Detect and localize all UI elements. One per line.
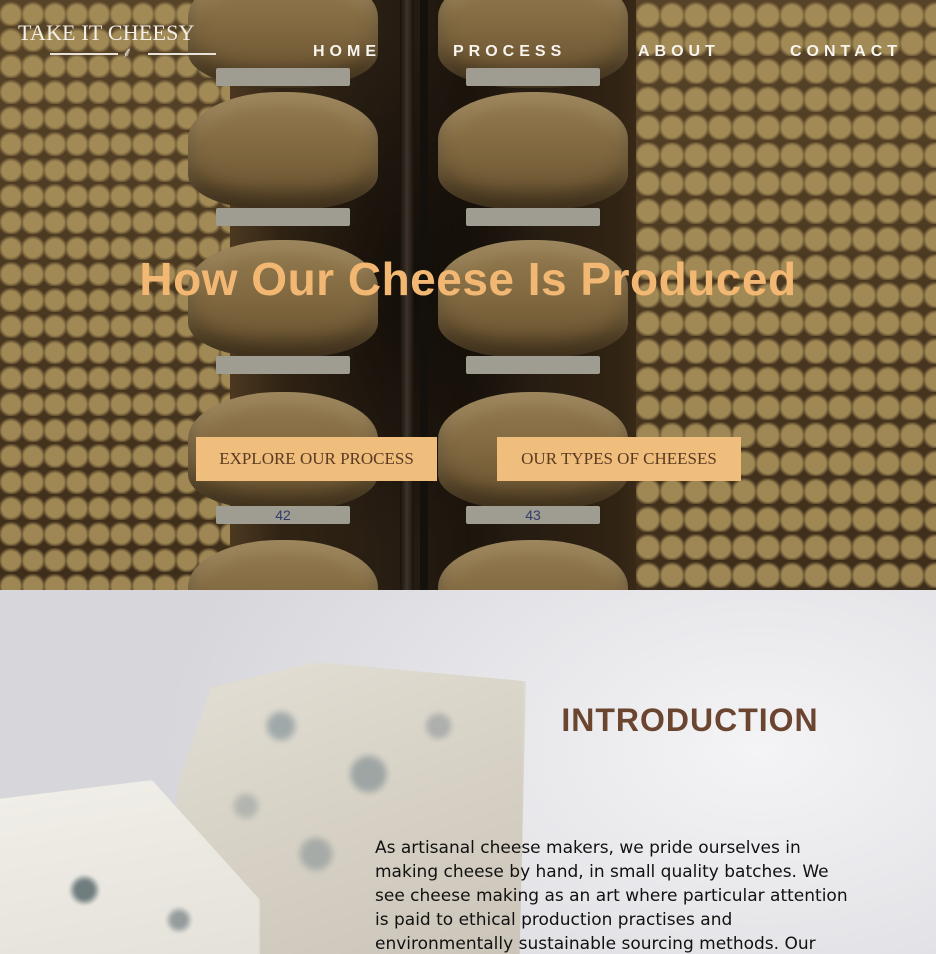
logo-divider	[50, 53, 118, 55]
site-logo[interactable]: TAKE IT CHEESY ⸙	[18, 18, 218, 64]
intro-text: As artisanal cheese makers, we pride our…	[375, 838, 848, 954]
logo-text: TAKE IT CHEESY	[18, 20, 195, 45]
logo-divider	[148, 53, 216, 55]
nav-about[interactable]: ABOUT	[638, 43, 720, 61]
intro-section: INTRODUCTION As artisanal cheese makers,…	[0, 590, 936, 954]
nav-contact[interactable]: CONTACT	[790, 43, 902, 61]
intro-title: INTRODUCTION	[561, 702, 819, 738]
nav-home[interactable]: HOME	[313, 43, 381, 61]
wheat-icon: ⸙	[122, 44, 133, 60]
hero-title: How Our Cheese Is Produced	[139, 253, 797, 305]
cheese-types-button[interactable]: OUR TYPES OF CHEESES	[497, 437, 741, 481]
explore-process-button[interactable]: EXPLORE OUR PROCESS	[196, 437, 437, 481]
nav-process[interactable]: PROCESS	[453, 43, 566, 61]
hero-section: 42 43 TAKE IT CHEESY ⸙ HOME PROCESS ABOU…	[0, 0, 936, 590]
